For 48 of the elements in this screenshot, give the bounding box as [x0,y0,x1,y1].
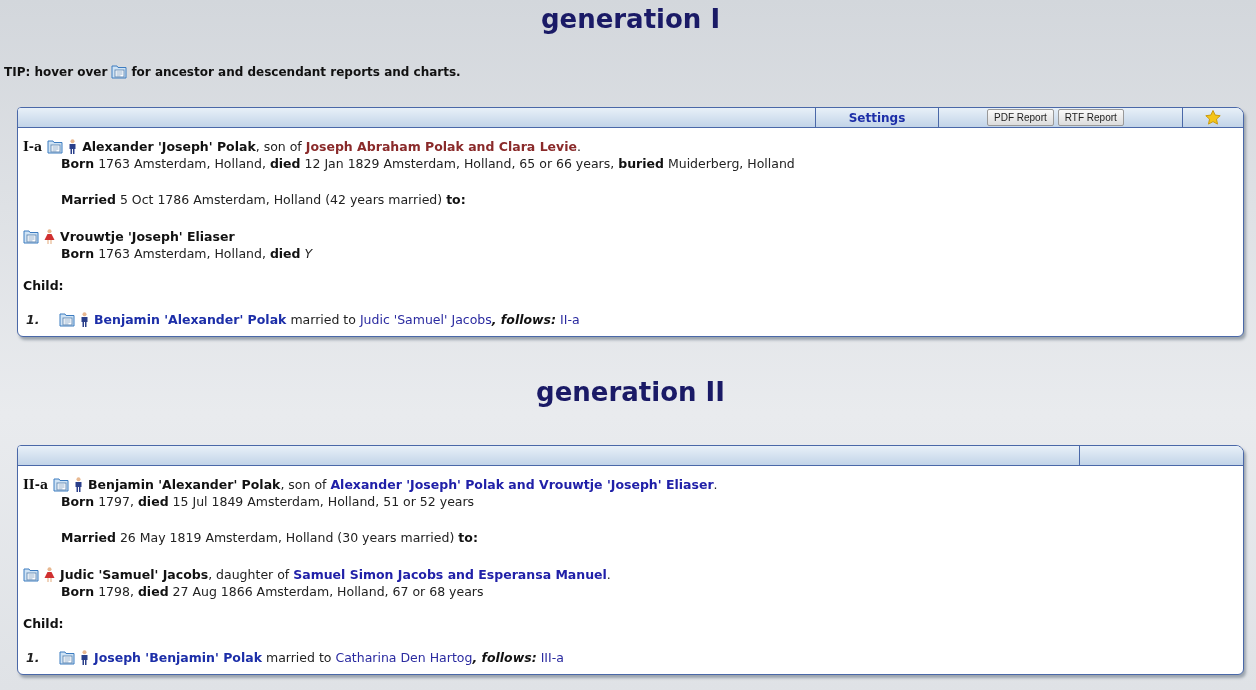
spouse-link[interactable]: Catharina Den Hartog [335,649,473,665]
man-icon [80,311,89,327]
vitals-text: Born 1797, died 15 Jul 1849 Amsterdam, Holland, 51 or 52 years [60,493,476,511]
marriage-text: Married 5 Oct 1786 Amsterdam, Holland (42 years married) to: [60,191,467,209]
parents-link[interactable]: Alexander 'Joseph' Polak and Vrouwtje 'Joseph' Eliaser [330,476,714,492]
marriage-text: Married 26 May 1819 Amsterdam, Holland (30 years married) to: [60,529,479,547]
report-folder-icon[interactable] [111,64,128,79]
child-name-link[interactable]: Benjamin 'Alexander' Polak [94,311,287,327]
follows-link[interactable]: III-a [540,649,564,665]
children-label: Child: [23,616,65,631]
tip-text: TIP: hover over [4,64,108,79]
vitals-text: Born 1763 Amsterdam, Holland, died Y [60,245,314,263]
woman-icon [44,566,55,582]
spouse-link[interactable]: Judic 'Samuel' Jacobs [359,311,492,327]
children-label: Child: [23,278,65,293]
report-folder-icon[interactable] [53,476,69,492]
woman-icon [44,228,55,244]
person-name-line: Vrouwtje 'Joseph' Eliaser [60,228,235,244]
generation-heading: generation I [539,3,722,36]
report-folder-icon[interactable] [59,649,75,665]
child-number: 1. [25,649,41,665]
child-name-link[interactable]: Joseph 'Benjamin' Polak [94,649,262,665]
report-button[interactable]: PDF Report [987,109,1054,126]
generation-reference: I-a [23,138,43,154]
follows-link[interactable]: II-a [560,311,580,327]
generation-reference: II-a [23,476,48,492]
parents-link[interactable]: Joseph Abraham Polak and Clara Levie [305,138,577,154]
person-name-line: Judic 'Samuel' Jacobs, daughter of Samuel Simon Jacobs and Esperansa Manuel. [60,566,611,582]
vitals-text: Born 1798, died 27 Aug 1866 Amsterdam, Holland, 67 or 68 years [60,583,485,601]
man-icon [74,476,83,492]
parents-link[interactable]: Samuel Simon Jacobs and Esperansa Manuel [293,566,607,582]
person-name-line: Benjamin 'Alexander' Polak, son of Alexander 'Joseph' Polak and Vrouwtje 'Joseph' Eliaser. [88,476,718,492]
child-line: Benjamin 'Alexander' Polak married to Judic 'Samuel' Jacobs, follows: II-a [94,311,580,327]
generation-heading: generation II [535,376,726,409]
person-name-line: Alexander 'Joseph' Polak, son of Joseph Abraham Polak and Clara Levie. [82,138,581,154]
report-folder-icon[interactable] [59,311,75,327]
child-line: Joseph 'Benjamin' Polak married to Catharina Den Hartog, follows: III-a [94,649,564,665]
tip-text: for ancestor and descendant reports and charts. [131,64,461,79]
report-folder-icon[interactable] [23,566,39,582]
report-button[interactable]: RTF Report [1057,109,1124,126]
child-number: 1. [25,311,41,327]
man-icon [80,649,89,665]
star-icon[interactable] [1205,110,1221,125]
vitals-text: Born 1763 Amsterdam, Holland, died 12 Jan 1829 Amsterdam, Holland, 65 or 66 years, buried Muiderberg, Holland [60,155,796,173]
settings-link[interactable]: Settings [848,110,906,125]
report-folder-icon[interactable] [47,138,64,154]
report-folder-icon[interactable] [23,228,39,244]
man-icon [68,138,78,154]
